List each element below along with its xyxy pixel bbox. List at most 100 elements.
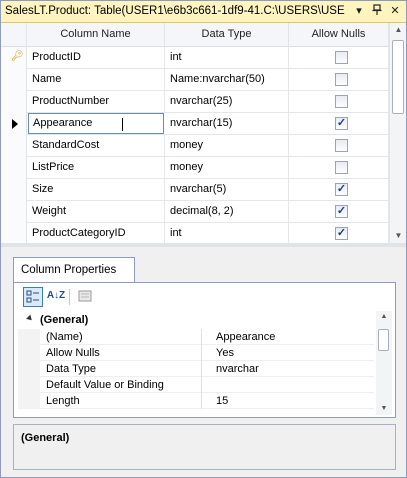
table-row[interactable]: Name Name:nvarchar(50) [1,69,389,91]
row-selector[interactable] [1,69,27,91]
scrollbar-thumb[interactable] [392,40,404,114]
column-properties-body: A↓Z (General) (Name) Appearance Allow Nu… [13,282,396,418]
property-value[interactable]: Yes [213,345,373,361]
table-row[interactable]: Appearance nvarchar(15) ✓ [1,113,389,135]
data-type-cell[interactable]: nvarchar(15) [165,113,289,134]
header-data-type[interactable]: Data Type [165,23,289,47]
description-pane: (General) [13,424,396,470]
property-row-gutter [18,377,40,393]
data-type-cell[interactable]: nvarchar(5) [165,179,289,200]
column-name-cell[interactable]: ProductCategoryID [27,223,165,243]
property-key: Data Type [42,361,202,377]
sort-alphabetical-icon[interactable]: A↓Z [46,287,66,307]
row-selector[interactable] [1,91,27,113]
header-column-name[interactable]: Column Name [27,23,165,47]
property-key: Default Value or Binding [42,377,202,393]
table-row[interactable]: Weight decimal(8, 2) ✓ [1,201,389,223]
category-label: (General) [40,314,89,326]
column-name-edit-field[interactable]: Appearance [28,113,164,134]
property-category-general[interactable]: (General) [18,311,374,329]
table-designer-window: SalesLT.Product: Table(USER1\e6b3c661-1d… [0,0,407,478]
data-type-cell[interactable]: int [165,47,289,68]
allow-nulls-cell: ✓ [289,113,389,134]
data-type-cell[interactable]: nvarchar(25) [165,91,289,112]
data-type-cell[interactable]: decimal(8, 2) [165,201,289,222]
scroll-up-icon[interactable]: ▲ [376,311,392,323]
property-row[interactable]: Default Value or Binding [18,377,374,393]
property-row[interactable]: Length 15 [18,393,374,409]
allow-nulls-checkbox[interactable]: ✓ [335,183,348,196]
collapse-triangle-icon[interactable] [26,314,34,323]
allow-nulls-checkbox[interactable]: ✓ [335,227,348,240]
allow-nulls-checkbox[interactable] [335,95,348,108]
table-row[interactable]: StandardCost money [1,135,389,157]
primary-key-icon: 🔑︎ [11,51,24,62]
scrollbar-thumb[interactable] [378,329,389,351]
property-value[interactable]: 15 [213,393,373,409]
row-selector[interactable] [1,179,27,201]
tab-column-properties[interactable]: Column Properties [13,257,135,283]
data-type-cell[interactable]: int [165,223,289,243]
allow-nulls-checkbox[interactable] [335,161,348,174]
property-value[interactable]: Appearance [213,329,373,345]
column-name-cell[interactable]: Weight [27,201,165,222]
current-row-arrow-icon [12,119,18,129]
column-name-cell[interactable]: Size [27,179,165,200]
allow-nulls-checkbox[interactable] [335,139,348,152]
header-allow-nulls[interactable]: Allow Nulls [289,23,389,47]
property-row-gutter [18,329,40,345]
chevron-down-icon[interactable]: ▾ [352,4,366,18]
column-name-cell[interactable]: StandardCost [27,135,165,156]
allow-nulls-cell: ✓ [289,223,389,243]
row-selector[interactable]: 🔑︎ [1,47,27,69]
close-icon[interactable]: ✕ [388,4,402,18]
allow-nulls-cell [289,157,389,178]
row-selector[interactable] [1,223,27,243]
categorized-icon[interactable] [23,287,43,307]
property-row-gutter [18,345,40,361]
column-name-cell[interactable]: ProductID [27,47,165,68]
row-selector[interactable] [1,157,27,179]
window-title: SalesLT.Product: Table(USER1\e6b3c661-1d… [5,5,345,17]
data-type-cell[interactable]: Name:nvarchar(50) [165,69,289,90]
row-selector[interactable] [1,135,27,157]
allow-nulls-checkbox[interactable] [335,73,348,86]
scroll-up-icon[interactable]: ▲ [390,23,406,37]
column-name-edit-text: Appearance [33,117,93,129]
row-selector[interactable] [1,113,27,135]
row-selector[interactable] [1,201,27,223]
column-name-cell[interactable]: Name [27,69,165,90]
column-name-cell[interactable]: ProductNumber [27,91,165,112]
table-row[interactable]: ProductNumber nvarchar(25) [1,91,389,113]
property-grid-scrollbar[interactable]: ▲ ▼ [376,311,392,415]
property-row[interactable]: Data Type nvarchar [18,361,374,377]
property-value[interactable]: nvarchar [213,361,373,377]
scroll-down-icon[interactable]: ▼ [376,403,392,415]
property-row[interactable]: Allow Nulls Yes [18,345,374,361]
table-row[interactable]: ProductCategoryID int ✓ [1,223,389,243]
property-row-gutter [18,361,40,377]
data-type-cell[interactable]: money [165,135,289,156]
column-name-cell[interactable]: ListPrice [27,157,165,178]
toolbar-separator [69,289,70,305]
grid-header: Column Name Data Type Allow Nulls [1,23,389,47]
table-row[interactable]: ListPrice money [1,157,389,179]
pin-icon[interactable] [370,4,384,18]
property-pages-icon[interactable] [75,287,95,307]
table-row[interactable]: Size nvarchar(5) ✓ [1,179,389,201]
allow-nulls-checkbox[interactable]: ✓ [335,205,348,218]
properties-toolbar: A↓Z [23,287,103,309]
allow-nulls-checkbox[interactable] [335,51,348,64]
property-grid: (General) (Name) Appearance Allow Nulls … [18,311,392,415]
allow-nulls-cell [289,135,389,156]
scroll-down-icon[interactable]: ▼ [390,229,406,243]
data-type-cell[interactable]: money [165,157,289,178]
text-caret [122,118,123,131]
property-row[interactable]: (Name) Appearance [18,329,374,345]
grid-vertical-scrollbar[interactable]: ▲ ▼ [389,23,406,243]
columns-grid: Column Name Data Type Allow Nulls 🔑︎ Pro… [1,23,406,243]
property-key: Length [42,393,202,409]
table-row[interactable]: 🔑︎ ProductID int [1,47,389,69]
allow-nulls-cell: ✓ [289,201,389,222]
allow-nulls-checkbox[interactable]: ✓ [335,117,348,130]
